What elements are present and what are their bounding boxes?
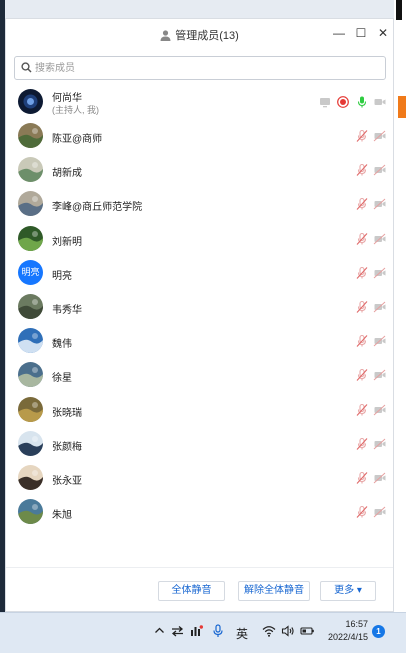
maximize-button[interactable]: ☐: [354, 26, 368, 40]
video-off-icon[interactable]: [373, 266, 387, 280]
wifi-icon[interactable]: [262, 625, 276, 640]
mic-muted-icon[interactable]: [355, 232, 369, 246]
mic-muted-icon[interactable]: [355, 266, 369, 280]
video-icon[interactable]: [373, 95, 387, 109]
member-name: 张永亚: [52, 476, 82, 487]
member-avatar: [18, 157, 43, 183]
mic-muted-icon[interactable]: [355, 197, 369, 211]
member-row[interactable]: 明亮 明亮: [6, 256, 393, 290]
member-row[interactable]: 胡新成: [6, 153, 393, 187]
mic-muted-icon[interactable]: [355, 437, 369, 451]
mic-muted-icon[interactable]: [355, 163, 369, 177]
input-method-indicator[interactable]: 英: [236, 625, 248, 642]
host-role: (主持人, 我): [52, 105, 99, 115]
member-name: 魏伟: [52, 339, 72, 351]
member-avatar: [18, 123, 43, 148]
member-name: 张颜梅: [52, 441, 82, 453]
background-accent-tab: [398, 96, 406, 118]
member-name: 李峰@商丘师范学院: [52, 202, 143, 214]
member-avatar: [18, 191, 43, 217]
video-off-icon[interactable]: [373, 334, 387, 348]
host-name: 何尚华: [52, 93, 82, 104]
search-box[interactable]: [14, 56, 386, 80]
taskbar: 英 16:57 2022/4/15 1: [0, 612, 406, 653]
footer-bar: 全体静音 解除全体静音 更多 ▾: [6, 567, 393, 613]
mic-on-icon[interactable]: [355, 95, 369, 109]
member-row[interactable]: 刘新明: [6, 222, 393, 256]
notification-badge[interactable]: 1: [372, 625, 385, 638]
mic-muted-icon[interactable]: [355, 505, 369, 519]
background-window-edge-right: [394, 0, 406, 612]
member-name: 胡新成: [52, 168, 82, 180]
window-title-text: 管理成员(13): [175, 30, 239, 42]
search-icon: [21, 62, 32, 76]
manage-members-window: 管理成员(13) — ☐ ✕ 何尚华 (主持人, 我): [5, 18, 394, 612]
record-icon[interactable]: [336, 95, 350, 109]
member-avatar: [18, 396, 43, 422]
mic-muted-icon[interactable]: [355, 334, 369, 348]
network-transfer-icon[interactable]: [171, 625, 184, 640]
volume-icon[interactable]: [281, 625, 295, 640]
member-row[interactable]: 张晓瑞: [6, 393, 393, 427]
member-avatar: [18, 362, 43, 388]
member-name: 陈亚@商师: [52, 134, 103, 145]
video-off-icon[interactable]: [373, 368, 387, 382]
battery-icon[interactable]: [300, 625, 315, 640]
video-off-icon[interactable]: [373, 437, 387, 451]
microphone-tray-icon[interactable]: [212, 624, 224, 641]
mic-muted-icon[interactable]: [355, 403, 369, 417]
member-row[interactable]: 张永亚: [6, 461, 393, 495]
video-off-icon[interactable]: [373, 232, 387, 246]
show-hidden-icons-icon[interactable]: [154, 625, 165, 639]
member-name: 张晓瑞: [52, 407, 82, 419]
video-off-icon[interactable]: [373, 403, 387, 417]
member-avatar: [18, 430, 43, 456]
member-avatar: [18, 328, 43, 354]
member-row[interactable]: 李峰@商丘师范学院: [6, 187, 393, 221]
mic-muted-icon[interactable]: [355, 129, 369, 143]
mute-all-button[interactable]: 全体静音: [158, 581, 225, 601]
video-off-icon[interactable]: [373, 197, 387, 211]
member-row[interactable]: 陈亚@商师: [6, 119, 393, 153]
member-avatar: [18, 225, 43, 251]
member-row[interactable]: 徐星: [6, 358, 393, 392]
member-name: 明亮: [52, 270, 72, 282]
screen-share-icon[interactable]: [318, 95, 332, 109]
minimize-button[interactable]: —: [332, 26, 346, 40]
clock-date: 2022/4/15: [327, 632, 368, 642]
member-avatar: [18, 465, 43, 490]
member-row[interactable]: 魏伟: [6, 324, 393, 358]
video-off-icon[interactable]: [373, 505, 387, 519]
mic-muted-icon[interactable]: [355, 368, 369, 382]
member-name: 朱旭: [52, 510, 72, 522]
member-avatar: [18, 294, 43, 319]
host-avatar: [18, 89, 43, 114]
close-button[interactable]: ✕: [376, 26, 390, 40]
member-name: 刘新明: [52, 236, 82, 248]
member-name: 韦秀华: [52, 305, 82, 316]
video-off-icon[interactable]: [373, 300, 387, 314]
mic-muted-icon[interactable]: [355, 300, 369, 314]
system-clock[interactable]: 16:57 2022/4/15: [320, 618, 368, 644]
more-button[interactable]: 更多 ▾: [320, 581, 376, 601]
member-name: 徐星: [52, 373, 72, 385]
title-bar[interactable]: 管理成员(13) — ☐ ✕: [6, 19, 393, 49]
clock-time: 16:57: [345, 619, 368, 629]
person-icon: [160, 30, 171, 44]
unmute-all-button[interactable]: 解除全体静音: [238, 581, 310, 601]
search-input[interactable]: [35, 59, 375, 77]
member-avatar: 明亮: [18, 259, 43, 285]
member-avatar: [18, 499, 43, 525]
video-off-icon[interactable]: [373, 129, 387, 143]
video-off-icon[interactable]: [373, 471, 387, 485]
meeting-app-tray-icon[interactable]: [190, 625, 203, 640]
video-off-icon[interactable]: [373, 163, 387, 177]
background-strip: [396, 0, 402, 20]
member-row[interactable]: 韦秀华: [6, 290, 393, 324]
member-row[interactable]: 张颜梅: [6, 427, 393, 461]
member-row[interactable]: 朱旭: [6, 495, 393, 529]
member-row-host[interactable]: 何尚华 (主持人, 我): [6, 85, 393, 119]
mic-muted-icon[interactable]: [355, 471, 369, 485]
